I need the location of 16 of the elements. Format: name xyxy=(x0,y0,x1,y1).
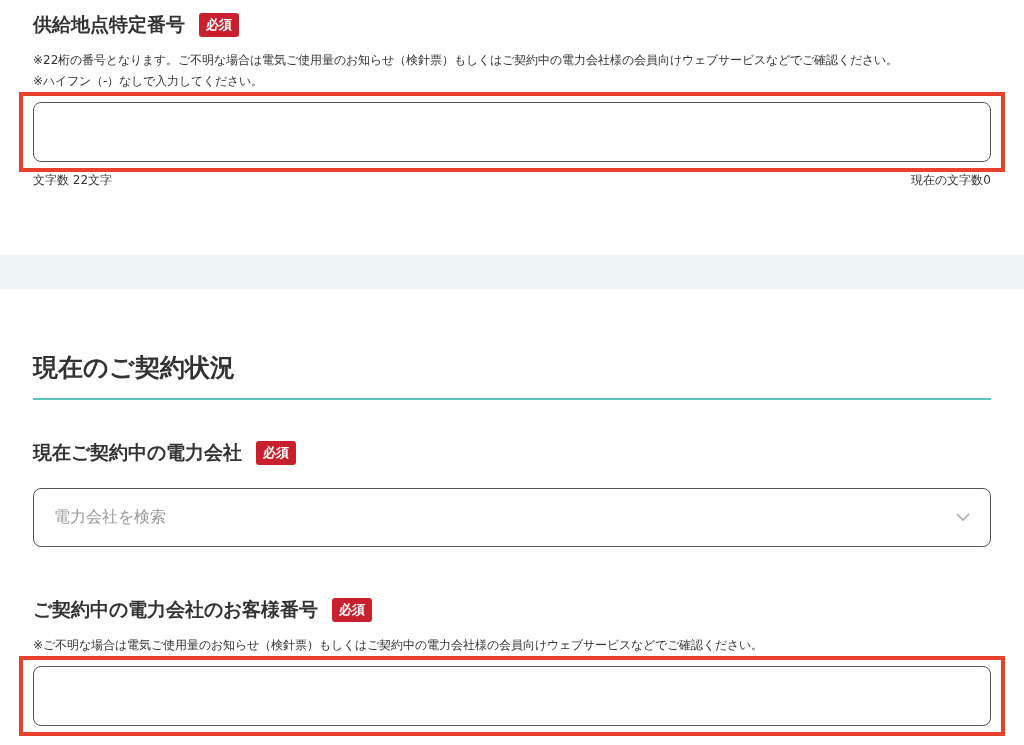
char-count-text: 現在の文字数0 xyxy=(911,172,991,189)
field-label: ご契約中の電力会社のお客様番号 xyxy=(33,597,318,622)
field-label: 現在ご契約中の電力会社 xyxy=(33,440,242,465)
input-field[interactable] xyxy=(33,666,991,726)
field-note: ※ご不明な場合は電気ご使用量のお知らせ（検針票）もしくはご契約中の電力会社様の会員向けウェブサービスなどでご確認ください。 xyxy=(33,637,765,654)
select-field[interactable]: 電力会社を検索 xyxy=(33,488,991,547)
required-badge: 必須 xyxy=(199,13,239,37)
section-heading: 現在のご契約状況 xyxy=(33,351,991,400)
max-length-text: 文字数 22文字 xyxy=(33,172,113,189)
input-field[interactable] xyxy=(33,102,991,162)
field-note: ※22桁の番号となります。ご不明な場合は電気ご使用量のお知らせ（検針票）もしくはご契約中の電力会社様の会員向けウェブサービスなどでご確認ください。 xyxy=(33,52,900,69)
required-badge: 必須 xyxy=(256,441,296,465)
field-label: 供給地点特定番号 xyxy=(33,12,185,37)
field-note: ※ハイフン（-）なしで入力してください。 xyxy=(33,73,265,90)
chevron-down-icon xyxy=(956,513,970,522)
required-badge: 必須 xyxy=(332,598,372,622)
